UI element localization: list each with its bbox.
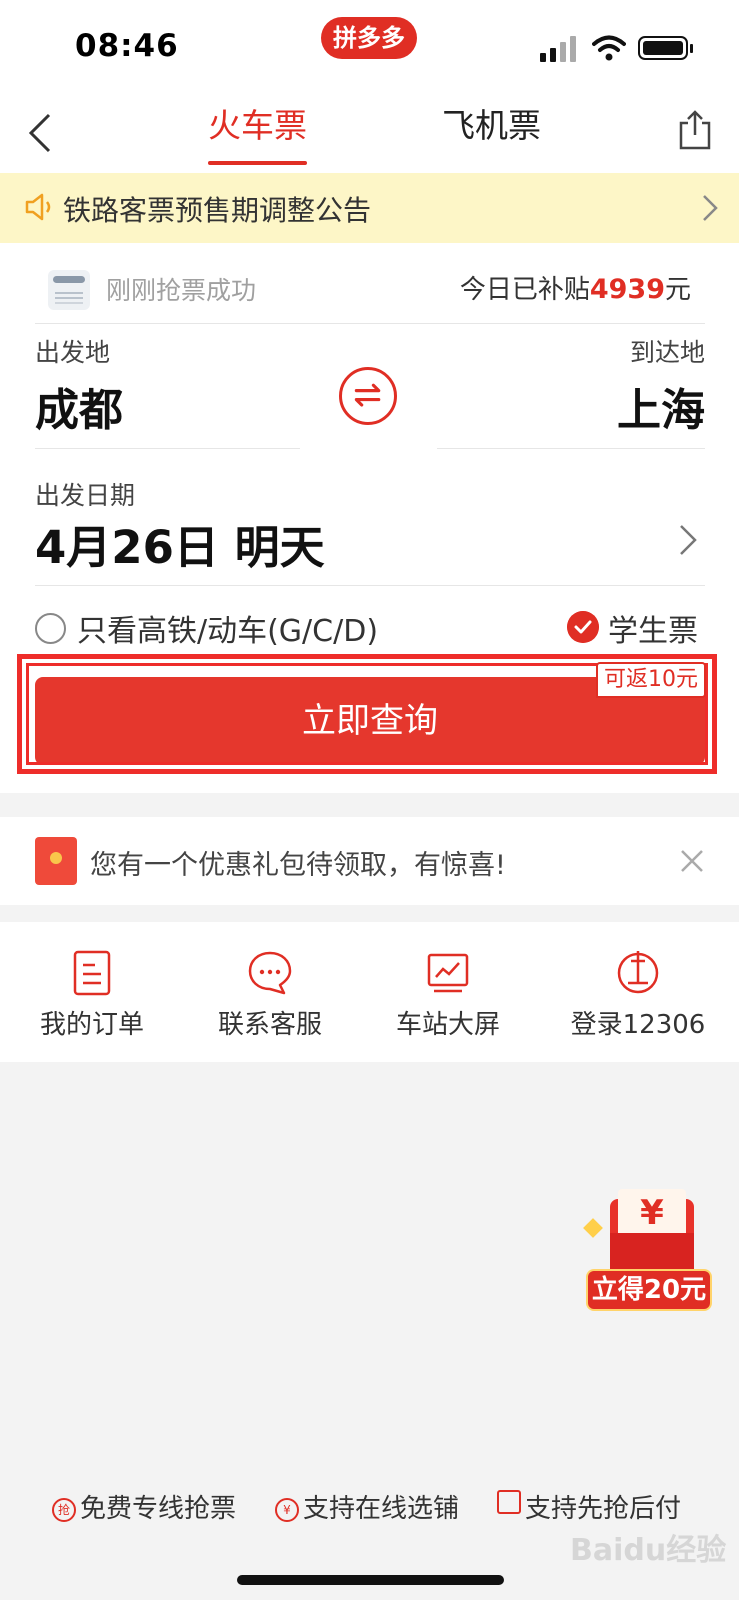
tab-flight-ticket[interactable]: 飞机票 [442, 103, 541, 165]
high-speed-only-radio[interactable] [35, 613, 66, 644]
rebate-badge: 可返10元 [596, 662, 706, 698]
quick-link-label: 联系客服 [217, 1010, 322, 1040]
subsidy-prefix: 今日已补贴 [459, 275, 590, 305]
status-time: 08:46 [75, 28, 179, 64]
home-indicator [237, 1575, 504, 1585]
battery-icon [638, 36, 693, 60]
quick-link-label: 车站大屏 [395, 1010, 500, 1040]
chevron-right-icon[interactable] [678, 523, 698, 557]
announcement-text: 铁路客票预售期调整公告 [63, 194, 372, 227]
top-nav: 火车票 飞机票 [0, 95, 739, 173]
subsidy-unit: 元 [664, 275, 691, 305]
speaker-icon [25, 193, 51, 221]
divider [437, 448, 705, 449]
watermark-text: Baidu经验 [570, 1533, 727, 1568]
wifi-icon [592, 35, 626, 61]
order-icon [73, 950, 111, 996]
date-label: 出发日期 [35, 481, 136, 510]
tab-train-ticket[interactable]: 火车票 [208, 103, 307, 165]
floating-red-packet[interactable]: ¥ 立得20元 [583, 1185, 714, 1313]
feature-select-berth: ¥ 支持在线选铺 [275, 1488, 459, 1525]
ticket-thumbnail [48, 270, 90, 310]
chat-icon [248, 951, 292, 995]
close-icon[interactable] [679, 848, 705, 874]
subsidy-amount: 4939 [589, 274, 665, 305]
to-label: 到达地 [629, 338, 705, 367]
quick-link-station-screen[interactable]: 车站大屏 [356, 922, 540, 1062]
from-label: 出发地 [35, 338, 111, 367]
feature-free-line: 抢免费专线抢票 [52, 1488, 236, 1525]
quick-link-label: 我的订单 [39, 1010, 144, 1040]
grab-success-text: 刚刚抢票成功 [106, 276, 257, 305]
student-ticket-label[interactable]: 学生票 [608, 606, 698, 650]
departure-date[interactable]: 4月26日 明天 [35, 511, 325, 576]
red-packet-label: 立得20元 [588, 1271, 710, 1309]
divider [35, 448, 300, 449]
to-city[interactable]: 上海 [617, 374, 705, 438]
feature-row: 抢免费专线抢票 ¥ 支持在线选铺 支持先抢后付 [0, 1488, 739, 1528]
feature-label: 支持在线选铺 [303, 1494, 460, 1524]
yuan-icon: ¥ [618, 1189, 686, 1237]
app-pill: 拼多多 [321, 17, 417, 59]
quick-links: 我的订单 联系客服 车站大屏 登录12306 [0, 922, 739, 1062]
gift-banner[interactable]: 您有一个优惠礼包待领取，有惊喜! [0, 817, 739, 905]
yuan-icon: ¥ [275, 1498, 299, 1522]
student-ticket-checkbox[interactable] [567, 611, 599, 643]
red-envelope-icon [35, 837, 77, 885]
high-speed-only-label[interactable]: 只看高铁/动车(G/C/D) [77, 606, 378, 650]
sparkle-icon [583, 1218, 603, 1238]
share-icon[interactable] [677, 109, 713, 151]
quick-link-customer-service[interactable]: 联系客服 [178, 922, 362, 1062]
feature-label: 支持先抢后付 [525, 1494, 682, 1524]
divider [35, 323, 705, 324]
quick-link-label: 登录12306 [570, 1010, 706, 1040]
signal-icon [540, 36, 580, 62]
feature-label: 免费专线抢票 [80, 1494, 237, 1524]
quick-link-my-orders[interactable]: 我的订单 [0, 922, 184, 1062]
announcement-bar[interactable]: 铁路客票预售期调整公告 [0, 173, 739, 243]
divider [35, 585, 705, 586]
subsidy-text: 今日已补贴4939元 [460, 269, 691, 306]
screen-icon [427, 953, 469, 993]
grab-icon: 抢 [52, 1498, 76, 1522]
gift-banner-text: 您有一个优惠礼包待领取，有惊喜! [90, 850, 506, 881]
feature-pay-later: 支持先抢后付 [497, 1488, 681, 1525]
chevron-right-icon [703, 195, 718, 221]
wallet-icon [497, 1490, 521, 1514]
railway-logo-icon [617, 951, 659, 994]
status-bar: 08:46 拼多多 [0, 0, 739, 95]
swap-cities-icon[interactable] [339, 367, 397, 425]
from-city[interactable]: 成都 [35, 374, 123, 438]
quick-link-login-12306[interactable]: 登录12306 [546, 922, 730, 1062]
back-icon[interactable] [25, 111, 55, 155]
